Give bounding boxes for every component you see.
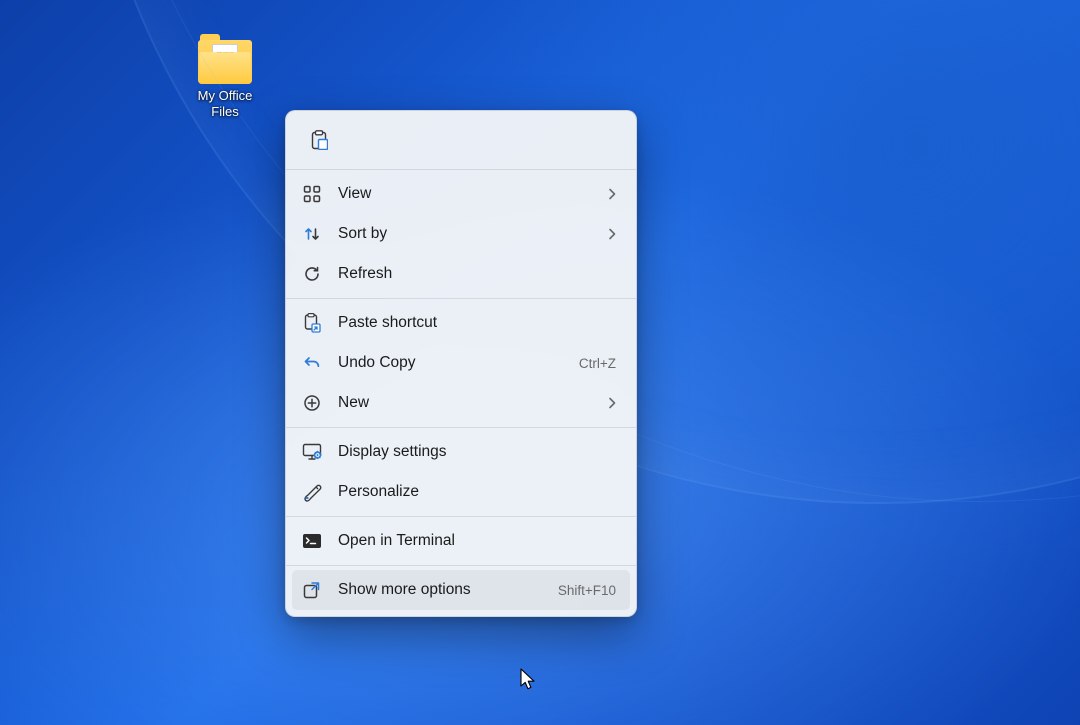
menu-item-label: Open in Terminal (338, 532, 616, 550)
menu-item-label: Undo Copy (338, 354, 563, 372)
menu-item-label: New (338, 394, 592, 412)
chevron-right-icon (608, 397, 616, 409)
paste-action-button[interactable] (300, 123, 338, 157)
menu-separator (286, 565, 636, 566)
personalize-icon (302, 482, 322, 502)
refresh-icon (302, 264, 322, 284)
menu-separator (286, 427, 636, 428)
new-icon (302, 393, 322, 413)
chevron-right-icon (608, 188, 616, 200)
folder-icon (198, 40, 252, 84)
clipboard-icon (309, 130, 329, 150)
menu-item-sort-by[interactable]: Sort by (292, 214, 630, 254)
menu-separator (286, 516, 636, 517)
menu-item-label: Paste shortcut (338, 314, 616, 332)
menu-item-view[interactable]: View (292, 174, 630, 214)
menu-item-label: Show more options (338, 581, 542, 599)
context-menu-action-row (292, 117, 630, 165)
desktop-icon-my-office-files[interactable]: My OfficeFiles (185, 40, 265, 121)
terminal-icon (302, 531, 322, 551)
mouse-cursor-icon (520, 668, 537, 692)
undo-icon (302, 353, 322, 373)
menu-item-accelerator: Ctrl+Z (579, 356, 616, 371)
display-settings-icon (302, 442, 322, 462)
paste-shortcut-icon (302, 313, 322, 333)
desktop-icon-label: My OfficeFiles (198, 88, 253, 121)
menu-separator (286, 298, 636, 299)
menu-item-label: View (338, 185, 592, 203)
menu-item-label: Refresh (338, 265, 616, 283)
sort-icon (302, 224, 322, 244)
menu-item-refresh[interactable]: Refresh (292, 254, 630, 294)
chevron-right-icon (608, 228, 616, 240)
menu-item-display-settings[interactable]: Display settings (292, 432, 630, 472)
menu-item-label: Display settings (338, 443, 616, 461)
menu-item-show-more-options[interactable]: Show more options Shift+F10 (292, 570, 630, 610)
menu-separator (286, 169, 636, 170)
menu-item-new[interactable]: New (292, 383, 630, 423)
menu-item-paste-shortcut[interactable]: Paste shortcut (292, 303, 630, 343)
grid-icon (302, 184, 322, 204)
menu-item-undo-copy[interactable]: Undo Copy Ctrl+Z (292, 343, 630, 383)
menu-item-personalize[interactable]: Personalize (292, 472, 630, 512)
menu-item-open-in-terminal[interactable]: Open in Terminal (292, 521, 630, 561)
menu-item-label: Sort by (338, 225, 592, 243)
menu-item-label: Personalize (338, 483, 616, 501)
menu-item-accelerator: Shift+F10 (558, 583, 616, 598)
desktop-context-menu: View Sort by Refresh Paste shortcut Undo… (285, 110, 637, 617)
expand-icon (302, 580, 322, 600)
